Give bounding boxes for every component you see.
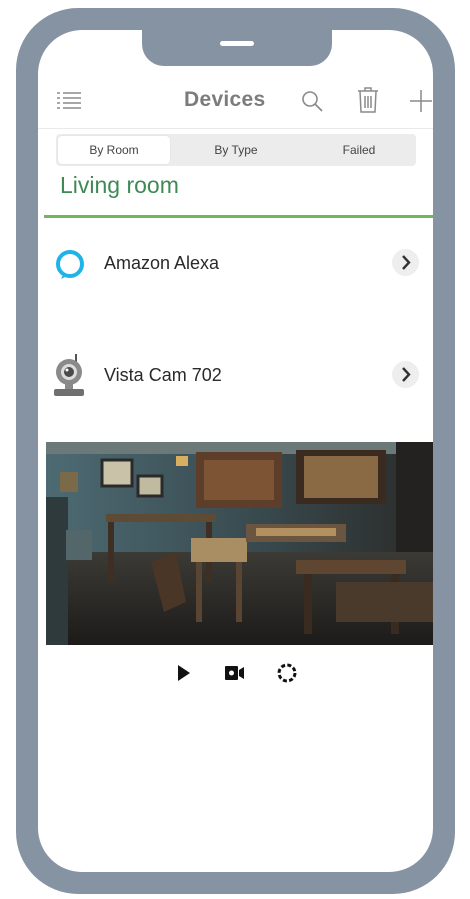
tab-by-room[interactable]: By Room <box>58 136 170 164</box>
page-title: Devices <box>184 88 266 111</box>
phone-notch <box>142 30 332 66</box>
play-icon[interactable] <box>176 664 192 682</box>
device-detail-button[interactable] <box>392 249 419 276</box>
room-title: Living room <box>60 172 179 198</box>
menu-icon[interactable] <box>56 91 82 111</box>
camera-feed[interactable] <box>46 442 433 645</box>
device-detail-button[interactable] <box>392 361 419 388</box>
camera-controls <box>38 658 433 688</box>
snapshot-icon[interactable] <box>276 662 298 684</box>
filter-tabs: By Room By Type Failed <box>56 134 416 166</box>
app-screen: Devices By Room By Type Failed Living ro… <box>38 30 433 872</box>
tab-by-type[interactable]: By Type <box>180 134 292 166</box>
webcam-icon <box>54 354 84 396</box>
speaker-slot <box>220 41 254 46</box>
chevron-right-icon <box>402 255 411 270</box>
tab-failed[interactable]: Failed <box>304 134 414 166</box>
trash-icon[interactable] <box>356 86 380 114</box>
search-icon[interactable] <box>300 89 324 113</box>
alexa-icon <box>56 250 84 279</box>
device-row-alexa[interactable]: Amazon Alexa <box>38 234 433 294</box>
nav-divider <box>38 128 433 129</box>
phone-frame: Devices By Room By Type Failed Living ro… <box>16 8 455 894</box>
nav-bar: Devices <box>38 74 433 126</box>
device-name: Amazon Alexa <box>104 253 220 273</box>
camera-feed-image <box>46 442 433 645</box>
chevron-right-icon <box>402 367 411 382</box>
device-name: Vista Cam 702 <box>104 365 222 385</box>
plus-icon[interactable] <box>409 89 433 113</box>
device-row-vista-cam[interactable]: Vista Cam 702 <box>38 346 433 406</box>
room-divider <box>44 215 433 218</box>
record-icon[interactable] <box>224 663 246 683</box>
